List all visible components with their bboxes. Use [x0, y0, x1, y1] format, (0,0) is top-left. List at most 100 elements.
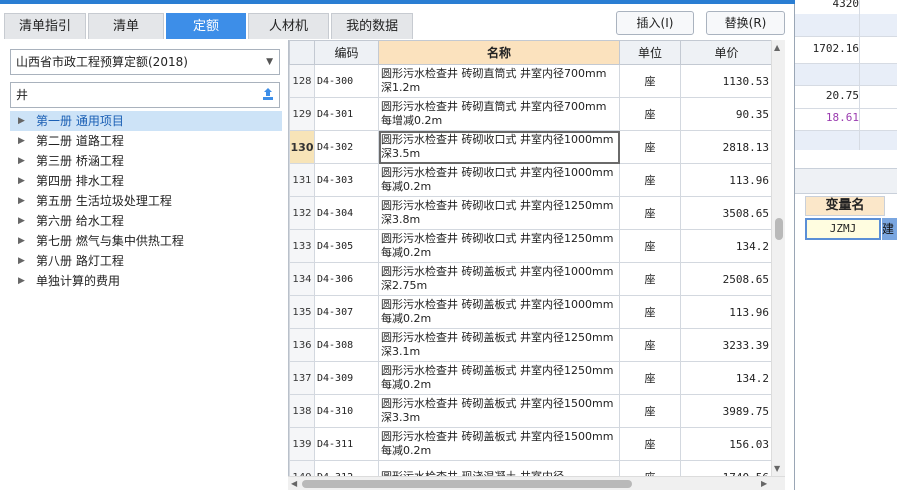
quota-name[interactable]: 圆形污水检查井 砖砌盖板式 井室内径1000mm 每减0.2m	[378, 295, 620, 329]
quota-price[interactable]: 134.2	[680, 229, 771, 263]
table-row[interactable]: 133 D4-305 圆形污水检查井 砖砌收口式 井室内径1250mm 每减0.2m…	[289, 229, 771, 263]
table-row[interactable]: 138 D4-310 圆形污水检查井 砖砌盖板式 井室内径1500mm 深3.3m 座…	[289, 394, 771, 428]
quota-code[interactable]: D4-312	[314, 460, 379, 476]
table-row[interactable]: 140D4-312圆形污水检查井 现浇混凝土 井室内径座1740.56	[289, 460, 771, 476]
quota-price[interactable]: 134.2	[680, 361, 771, 395]
search-filter-icon[interactable]	[261, 87, 275, 101]
quota-price[interactable]: 1740.56	[680, 460, 771, 476]
tree-item[interactable]: ▶ 第四册 排水工程	[10, 171, 282, 191]
quota-name[interactable]: 圆形污水检查井 砖砌收口式 井室内径1000mm 深3.5m	[378, 130, 620, 164]
tree-item[interactable]: ▶ 第三册 桥涵工程	[10, 151, 282, 171]
tree-item[interactable]: ▶ 第一册 通用项目	[10, 111, 282, 131]
quota-price[interactable]: 156.03	[680, 427, 771, 461]
quota-price[interactable]: 2818.13	[680, 130, 771, 164]
unit-column-header[interactable]: 单位	[619, 40, 681, 65]
quota-code[interactable]: D4-306	[314, 262, 379, 296]
quota-name[interactable]: 圆形污水检查井 砖砌收口式 井室内径1000mm 每减0.2m	[378, 163, 620, 197]
row-number[interactable]: 140	[289, 460, 315, 476]
row-number[interactable]: 132	[289, 196, 315, 230]
tab-my-data[interactable]: 我的数据	[331, 13, 414, 39]
quota-code[interactable]: D4-302	[314, 130, 379, 164]
tree-item[interactable]: ▶ 第八册 路灯工程	[10, 251, 282, 271]
scroll-down-icon[interactable]: ▼	[774, 464, 780, 473]
chevron-down-icon[interactable]: ▼	[266, 50, 273, 74]
table-row[interactable]: 136 D4-308 圆形污水检查井 砖砌盖板式 井室内径1250mm 深3.1m 座…	[289, 328, 771, 362]
tab-bill-guide[interactable]: 清单指引	[4, 13, 87, 39]
code-column-header[interactable]: 编码	[314, 40, 379, 65]
price-column-header[interactable]: 单价	[680, 40, 771, 65]
table-row[interactable]: 129 D4-301 圆形污水检查井 砖砌直筒式 井室内径700mm 每增减0.2m…	[289, 97, 771, 131]
caret-right-icon[interactable]: ▶	[18, 271, 25, 291]
table-row[interactable]: 131 D4-303 圆形污水检查井 砖砌收口式 井室内径1000mm 每减0.2m…	[289, 163, 771, 197]
quota-unit[interactable]: 座	[619, 130, 681, 164]
tab-bill[interactable]: 清单	[88, 13, 165, 39]
scroll-up-icon[interactable]: ▲	[774, 43, 780, 52]
quota-price[interactable]: 3508.65	[680, 196, 771, 230]
quota-price[interactable]: 3233.39	[680, 328, 771, 362]
quota-price[interactable]: 3989.75	[680, 394, 771, 428]
quota-unit[interactable]: 座	[619, 394, 681, 428]
quota-unit[interactable]: 座	[619, 262, 681, 296]
quota-unit[interactable]: 座	[619, 196, 681, 230]
caret-right-icon[interactable]: ▶	[18, 191, 25, 211]
quota-name[interactable]: 圆形污水检查井 砖砌盖板式 井室内径1250mm 每减0.2m	[378, 361, 620, 395]
row-number[interactable]: 130	[289, 130, 315, 164]
quota-code[interactable]: D4-300	[314, 64, 379, 98]
row-number[interactable]: 137	[289, 361, 315, 395]
tree-item[interactable]: ▶ 第六册 给水工程	[10, 211, 282, 231]
row-number[interactable]: 134	[289, 262, 315, 296]
quota-code[interactable]: D4-308	[314, 328, 379, 362]
quota-price[interactable]: 113.96	[680, 295, 771, 329]
replace-button[interactable]: 替换(R)	[706, 11, 785, 35]
caret-right-icon[interactable]: ▶	[18, 171, 25, 191]
quota-unit[interactable]: 座	[619, 64, 681, 98]
table-row[interactable]: 132 D4-304 圆形污水检查井 砖砌收口式 井室内径1250mm 深3.8m 座…	[289, 196, 771, 230]
horizontal-scroll-thumb[interactable]	[302, 480, 632, 488]
table-row[interactable]: 130 D4-302 圆形污水检查井 砖砌收口式 井室内径1000mm 深3.5m 座…	[289, 130, 771, 164]
quota-name[interactable]: 圆形污水检查井 现浇混凝土 井室内径	[378, 460, 620, 476]
quota-name[interactable]: 圆形污水检查井 砖砌盖板式 井室内径1500mm 每减0.2m	[378, 427, 620, 461]
quota-code[interactable]: D4-311	[314, 427, 379, 461]
quota-code[interactable]: D4-301	[314, 97, 379, 131]
tree-item[interactable]: ▶ 第五册 生活垃圾处理工程	[10, 191, 282, 211]
quota-unit[interactable]: 座	[619, 460, 681, 476]
row-number[interactable]: 139	[289, 427, 315, 461]
quota-price[interactable]: 90.35	[680, 97, 771, 131]
quota-price[interactable]: 1130.53	[680, 64, 771, 98]
row-number[interactable]: 138	[289, 394, 315, 428]
quota-name[interactable]: 圆形污水检查井 砖砌直筒式 井室内径700mm 每增减0.2m	[378, 97, 620, 131]
row-number[interactable]: 131	[289, 163, 315, 197]
tree-item[interactable]: ▶ 第七册 燃气与集中供热工程	[10, 231, 282, 251]
tree-item[interactable]: ▶ 单独计算的费用	[10, 271, 282, 291]
name-column-header[interactable]: 名称	[378, 40, 620, 65]
quota-unit[interactable]: 座	[619, 427, 681, 461]
scroll-left-icon[interactable]: ◀	[291, 477, 297, 490]
quota-price[interactable]: 2508.65	[680, 262, 771, 296]
quota-unit[interactable]: 座	[619, 295, 681, 329]
caret-right-icon[interactable]: ▶	[18, 111, 25, 131]
quota-unit[interactable]: 座	[619, 163, 681, 197]
quota-unit[interactable]: 座	[619, 229, 681, 263]
caret-right-icon[interactable]: ▶	[18, 231, 25, 251]
row-number[interactable]: 136	[289, 328, 315, 362]
caret-right-icon[interactable]: ▶	[18, 151, 25, 171]
caret-right-icon[interactable]: ▶	[18, 251, 25, 271]
quota-name[interactable]: 圆形污水检查井 砖砌盖板式 井室内径1250mm 深3.1m	[378, 328, 620, 362]
scroll-right-icon[interactable]: ▶	[761, 477, 767, 490]
row-number[interactable]: 129	[289, 97, 315, 131]
quota-library-select[interactable]: 山西省市政工程预算定额(2018) ▼	[10, 49, 280, 75]
table-row[interactable]: 139 D4-311 圆形污水检查井 砖砌盖板式 井室内径1500mm 每减0.2m…	[289, 427, 771, 461]
row-number[interactable]: 128	[289, 64, 315, 98]
quota-price[interactable]: 113.96	[680, 163, 771, 197]
quota-name[interactable]: 圆形污水检查井 砖砌直筒式 井室内径700mm 深1.2m	[378, 64, 620, 98]
tree-item[interactable]: ▶ 第二册 道路工程	[10, 131, 282, 151]
quota-name[interactable]: 圆形污水检查井 砖砌盖板式 井室内径1500mm 深3.3m	[378, 394, 620, 428]
quota-code[interactable]: D4-305	[314, 229, 379, 263]
quota-name[interactable]: 圆形污水检查井 砖砌收口式 井室内径1250mm 深3.8m	[378, 196, 620, 230]
quota-code[interactable]: D4-304	[314, 196, 379, 230]
quota-code[interactable]: D4-303	[314, 163, 379, 197]
quota-name[interactable]: 圆形污水检查井 砖砌收口式 井室内径1250mm 每减0.2m	[378, 229, 620, 263]
bg-selected-cell[interactable]: JZMJ	[805, 218, 881, 240]
vertical-scrollbar[interactable]: ▲ ▼	[771, 40, 785, 476]
quota-unit[interactable]: 座	[619, 361, 681, 395]
